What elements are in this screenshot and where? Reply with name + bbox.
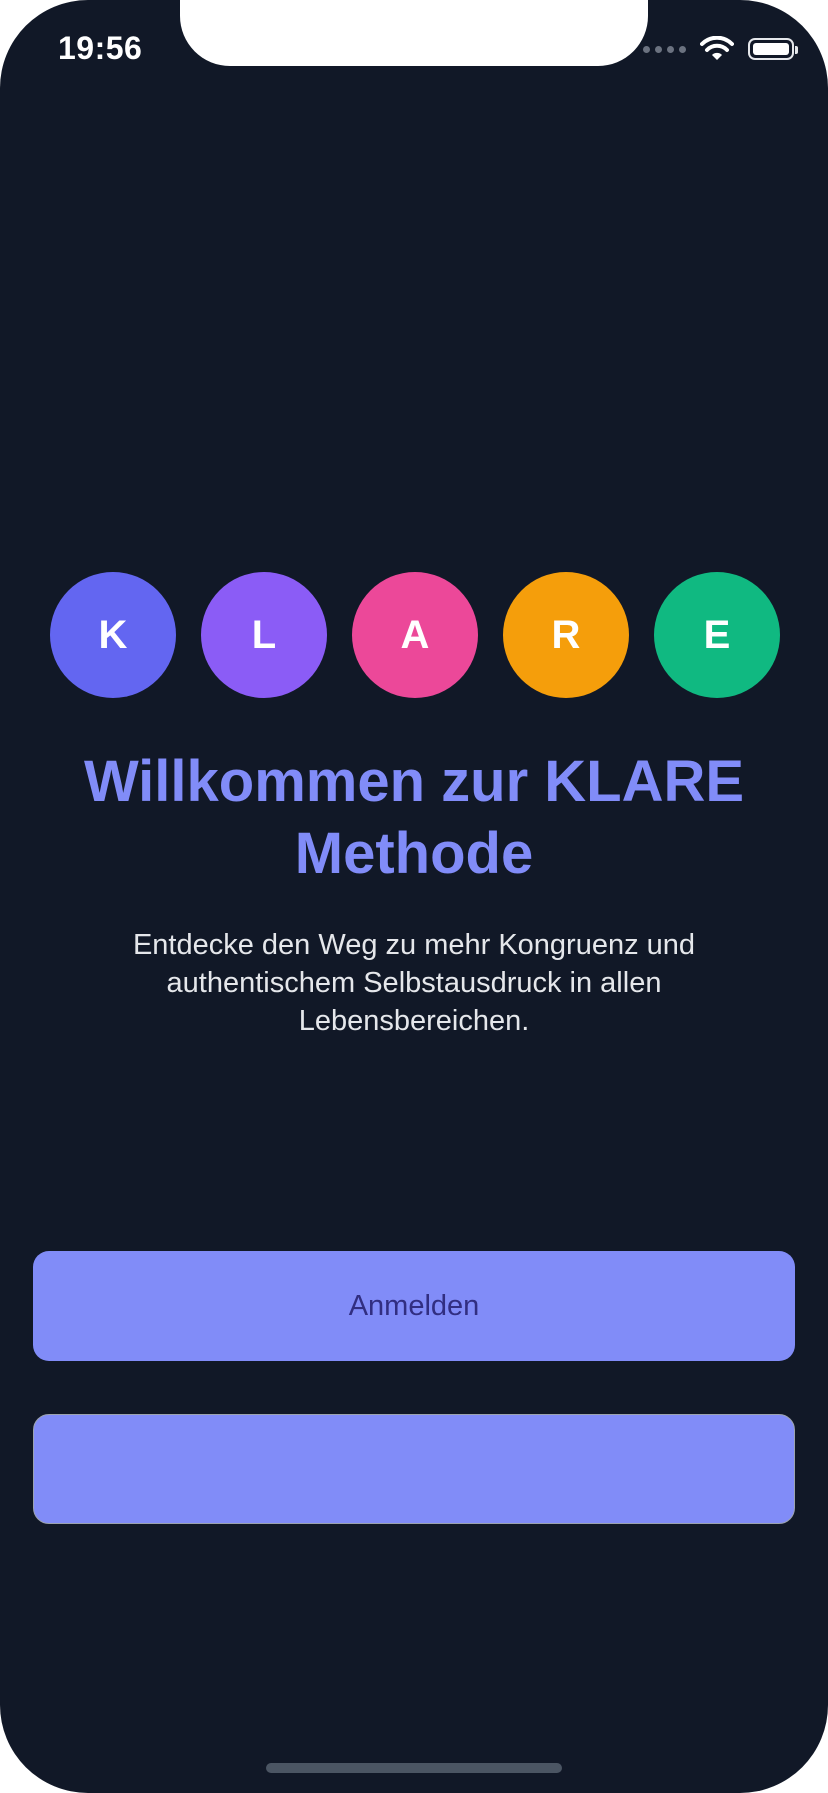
logo-circle-a: A	[352, 572, 478, 698]
wifi-icon	[700, 36, 734, 60]
status-time: 19:56	[58, 30, 143, 66]
battery-icon	[748, 38, 798, 60]
logo-letter: K	[98, 612, 128, 657]
klare-logo-circles: K L A R E	[50, 572, 780, 698]
logo-circle-k: K	[50, 572, 176, 698]
home-indicator[interactable]	[266, 1763, 562, 1773]
welcome-subtitle: Entdecke den Weg zu mehr Kongruenz und a…	[132, 929, 696, 1037]
login-button[interactable]: Anmelden	[33, 1251, 795, 1361]
logo-letter: L	[251, 612, 277, 657]
logo-circle-e: E	[654, 572, 780, 698]
secondary-button[interactable]	[33, 1414, 795, 1524]
app-screen: 19:56 K L A R E Willkommen zur KLARE Met…	[0, 0, 828, 1793]
device-notch	[180, 0, 648, 66]
logo-letter: E	[703, 612, 731, 657]
login-button-label: Anmelden	[348, 1289, 480, 1322]
logo-circle-r: R	[503, 572, 629, 698]
logo-letter: A	[400, 612, 430, 657]
logo-letter: R	[551, 612, 581, 657]
signal-dots-icon	[643, 45, 686, 53]
logo-circle-l: L	[201, 572, 327, 698]
welcome-title: Willkommen zur KLARE Methode	[83, 749, 745, 886]
status-icons	[643, 36, 798, 62]
